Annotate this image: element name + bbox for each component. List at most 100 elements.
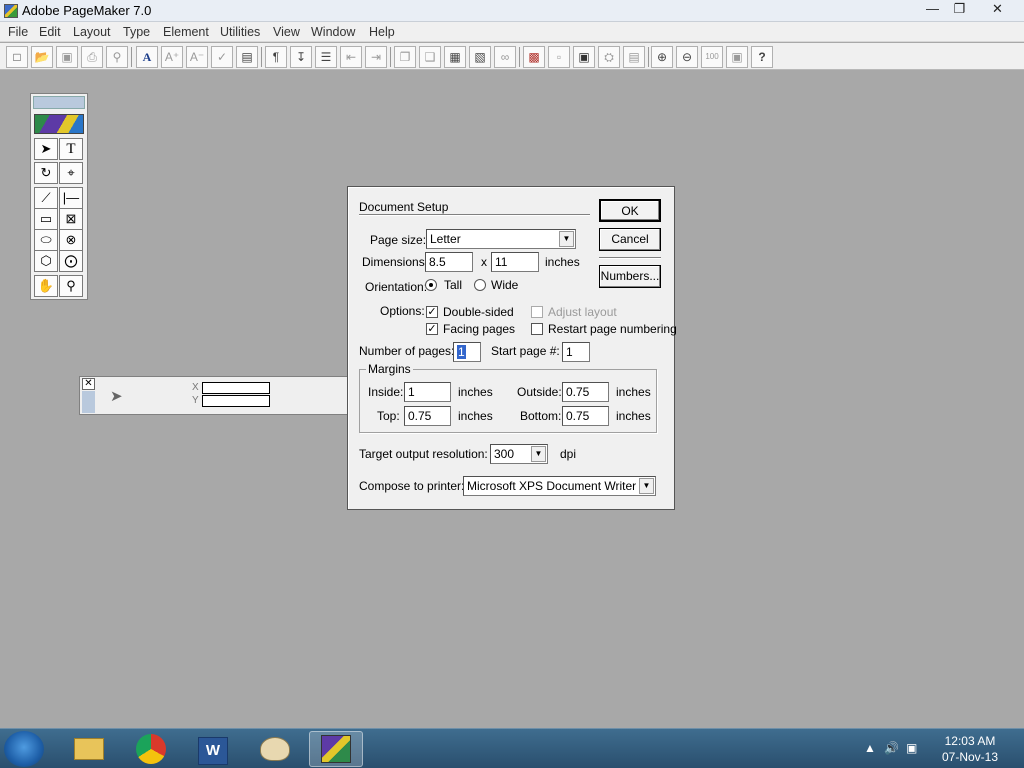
new-document-icon[interactable]: □ <box>6 46 28 68</box>
chevron-down-icon[interactable]: ▼ <box>559 231 574 247</box>
character-formatting-icon[interactable]: A <box>136 46 158 68</box>
ok-button[interactable]: OK <box>599 199 661 222</box>
image-icon[interactable]: ▩ <box>523 46 545 68</box>
polygon-frame-tool-icon[interactable]: ⨀ <box>59 250 83 272</box>
menu-layout[interactable]: Layout <box>73 25 111 39</box>
menu-utilities[interactable]: Utilities <box>220 25 260 39</box>
help-icon[interactable]: ? <box>751 46 773 68</box>
pagemaker-taskbar-icon[interactable] <box>309 731 363 767</box>
indents-tabs-icon[interactable]: ↧ <box>290 46 312 68</box>
constrained-line-tool-icon[interactable]: |— <box>59 187 83 209</box>
bottom-field[interactable]: 0.75 <box>562 406 609 426</box>
ellipse-frame-tool-icon[interactable]: ⊗ <box>59 229 83 251</box>
fill-stroke-icon[interactable]: ▤ <box>236 46 258 68</box>
chevron-down-icon[interactable]: ▼ <box>531 446 546 462</box>
toolbox-title-bar[interactable] <box>33 96 85 109</box>
start-button[interactable] <box>4 731 44 767</box>
show-hidden-icons-icon[interactable]: ▲ <box>864 741 876 755</box>
increase-indent-icon[interactable]: ⇥ <box>365 46 387 68</box>
open-folder-icon[interactable]: 📂 <box>31 46 53 68</box>
chevron-down-icon[interactable]: ▼ <box>639 478 654 494</box>
inside-field[interactable]: 1 <box>404 382 451 402</box>
rectangle-tool-icon[interactable]: ▭ <box>34 208 58 230</box>
clock[interactable]: 12:03 AM 07-Nov-13 <box>942 733 998 765</box>
polygon-tool-icon[interactable]: ⬡ <box>34 250 58 272</box>
pointer-tool-icon[interactable]: ➤ <box>34 138 58 160</box>
printer-select[interactable]: Microsoft XPS Document Writer on X ▼ <box>463 476 656 496</box>
network-icon[interactable]: ▣ <box>906 741 917 755</box>
word-icon[interactable]: W <box>186 731 240 767</box>
tall-label[interactable]: Tall <box>444 278 462 292</box>
paint-icon[interactable] <box>248 731 302 767</box>
x-position-field[interactable] <box>202 382 270 394</box>
hand-tool-icon[interactable]: ✋ <box>34 275 58 297</box>
web-globe-icon[interactable]: ⛭ <box>598 46 620 68</box>
find-icon[interactable]: ⚲ <box>106 46 128 68</box>
rectangle-frame-tool-icon[interactable]: ⊠ <box>59 208 83 230</box>
line-tool-icon[interactable]: ⟋ <box>34 187 58 209</box>
place-icon[interactable]: ▦ <box>444 46 466 68</box>
double-sided-checkbox[interactable]: ✓ <box>426 306 438 318</box>
tall-radio[interactable] <box>425 279 437 291</box>
paragraph-icon[interactable]: ¶ <box>265 46 287 68</box>
double-sided-label[interactable]: Double-sided <box>443 305 514 319</box>
photo-icon[interactable]: ▣ <box>573 46 595 68</box>
crop-tool-icon[interactable]: ⌖ <box>59 162 83 184</box>
menu-view[interactable]: View <box>273 25 300 39</box>
close-button[interactable]: ✕ <box>984 0 1011 18</box>
ellipse-tool-icon[interactable]: ⬭ <box>34 229 58 251</box>
save-icon[interactable]: ▣ <box>56 46 78 68</box>
number-of-pages-field[interactable]: 1 <box>453 342 481 362</box>
cancel-button[interactable]: Cancel <box>599 228 661 251</box>
restore-button[interactable]: ❐ <box>946 0 973 18</box>
zoom-in-icon[interactable]: ⊕ <box>651 46 673 68</box>
menu-help[interactable]: Help <box>369 25 395 39</box>
facing-pages-checkbox[interactable]: ✓ <box>426 323 438 335</box>
zoom-out-icon[interactable]: ⊖ <box>676 46 698 68</box>
control-palette-close-icon[interactable]: ✕ <box>82 378 95 390</box>
menu-file[interactable]: File <box>8 25 28 39</box>
decrease-font-icon[interactable]: A⁻ <box>186 46 208 68</box>
decrease-indent-icon[interactable]: ⇤ <box>340 46 362 68</box>
adjust-layout-checkbox[interactable] <box>531 306 543 318</box>
actual-size-icon[interactable]: 100 <box>701 46 723 68</box>
hyperlink-icon[interactable]: ∞ <box>494 46 516 68</box>
adjust-layout-label[interactable]: Adjust layout <box>548 305 617 319</box>
paste-icon[interactable]: ❑ <box>419 46 441 68</box>
resolution-select[interactable]: 300 ▼ <box>490 444 548 464</box>
facing-pages-label[interactable]: Facing pages <box>443 322 515 336</box>
chrome-icon[interactable] <box>124 731 178 767</box>
zoom-tool-icon[interactable]: ⚲ <box>59 275 83 297</box>
y-position-field[interactable] <box>202 395 270 407</box>
color-palette-button[interactable] <box>34 114 84 134</box>
rotate-tool-icon[interactable]: ↻ <box>34 162 58 184</box>
file-explorer-icon[interactable] <box>62 731 116 767</box>
menu-window[interactable]: Window <box>311 25 355 39</box>
menu-element[interactable]: Element <box>163 25 209 39</box>
fit-window-icon[interactable]: ▣ <box>726 46 748 68</box>
top-field[interactable]: 0.75 <box>404 406 451 426</box>
minimize-button[interactable]: — <box>919 0 946 18</box>
link-manager-icon[interactable]: ▫ <box>548 46 570 68</box>
copy-icon[interactable]: ❐ <box>394 46 416 68</box>
outside-field[interactable]: 0.75 <box>562 382 609 402</box>
spelling-icon[interactable]: ✓ <box>211 46 233 68</box>
start-page-field[interactable]: 1 <box>562 342 590 362</box>
wide-radio[interactable] <box>474 279 486 291</box>
wide-label[interactable]: Wide <box>491 278 518 292</box>
increase-font-icon[interactable]: A⁺ <box>161 46 183 68</box>
menu-type[interactable]: Type <box>123 25 150 39</box>
menu-edit[interactable]: Edit <box>39 25 61 39</box>
numbers-button[interactable]: Numbers... <box>599 265 661 288</box>
page-size-select[interactable]: Letter ▼ <box>426 229 576 249</box>
restart-numbering-checkbox[interactable] <box>531 323 543 335</box>
bullets-icon[interactable]: ☰ <box>315 46 337 68</box>
control-palette-grip[interactable] <box>82 391 95 413</box>
height-field[interactable]: 11 <box>491 252 539 272</box>
export-pdf-icon[interactable]: ▤ <box>623 46 645 68</box>
print-icon[interactable]: ⎙ <box>81 46 103 68</box>
story-editor-icon[interactable]: ▧ <box>469 46 491 68</box>
restart-numbering-label[interactable]: Restart page numbering <box>548 322 677 336</box>
text-tool-icon[interactable]: T <box>59 138 83 160</box>
volume-icon[interactable]: 🔊 <box>884 741 899 755</box>
